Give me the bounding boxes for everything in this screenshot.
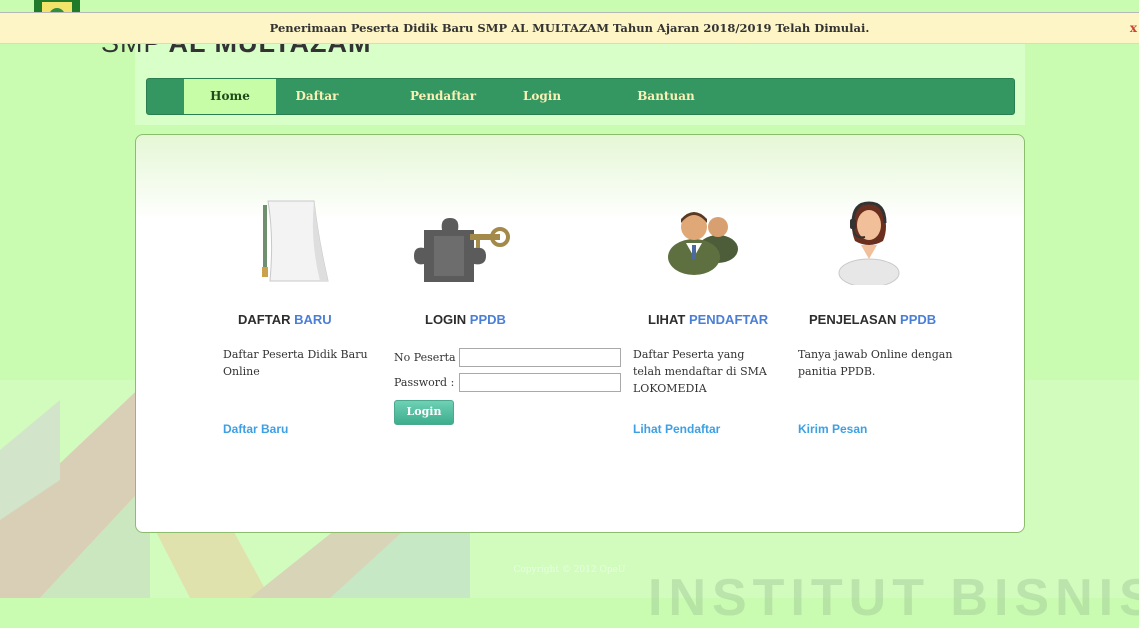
nav-bantuan[interactable]: Bantuan [631,79,701,114]
announcement-bar: Penerimaan Peserta Didik Baru SMP AL MUL… [0,12,1139,44]
pendaftar-title-dark: LIHAT [648,312,686,327]
copyright: Copyright © 2012 OpeU [513,565,626,575]
nav-pendaftar[interactable]: Pendaftar [403,79,483,114]
kirim-pesan-link[interactable]: Kirim Pesan [798,422,867,436]
login-button[interactable]: Login [394,400,454,425]
login-title: LOGIN PPDB [425,312,506,327]
password-label: Password : [394,376,455,389]
daftar-title: DAFTAR BARU [238,312,332,327]
watermark-text: INSTITUT BISNIS [648,569,1139,627]
announcement-text: Penerimaan Peserta Didik Baru SMP AL MUL… [269,21,870,35]
daftar-title-dark: DAFTAR [238,312,291,327]
pendaftar-description: Daftar Peserta yang telah mendaftar di S… [633,348,767,395]
no-peserta-label: No Peserta : [394,351,463,364]
lihat-pendaftar-link[interactable]: Lihat Pendaftar [633,422,720,436]
daftar-title-accent: BARU [294,312,332,327]
password-input[interactable] [459,373,621,392]
pendaftar-title: LIHAT PENDAFTAR [648,312,768,327]
document-icon [262,200,329,282]
puzzle-key-icon [414,218,510,282]
daftar-baru-link[interactable]: Daftar Baru [223,422,288,436]
nav-home[interactable]: Home [184,79,276,114]
main-nav: Home Daftar Pendaftar Login Bantuan [146,78,1015,115]
close-icon[interactable]: x [1130,13,1137,43]
main-panel: DAFTAR BARU Daftar Peserta Didik Baru On… [135,134,1025,533]
penjelasan-title-dark: PENJELASAN [809,312,897,327]
login-title-dark: LOGIN [425,312,467,327]
nav-login[interactable]: Login [517,79,567,114]
penjelasan-title: PENJELASAN PPDB [809,312,936,327]
no-peserta-input[interactable] [459,348,621,367]
login-title-accent: PPDB [469,312,506,327]
support-agent-icon [838,201,900,285]
penjelasan-description: Tanya jawab Online dengan panitia PPDB. [798,348,953,378]
pendaftar-title-accent: PENDAFTAR [688,312,769,327]
users-icon [668,212,738,275]
penjelasan-title-accent: PPDB [900,312,937,327]
nav-daftar[interactable]: Daftar [287,79,347,114]
daftar-description: Daftar Peserta Didik Baru Online [223,348,368,378]
